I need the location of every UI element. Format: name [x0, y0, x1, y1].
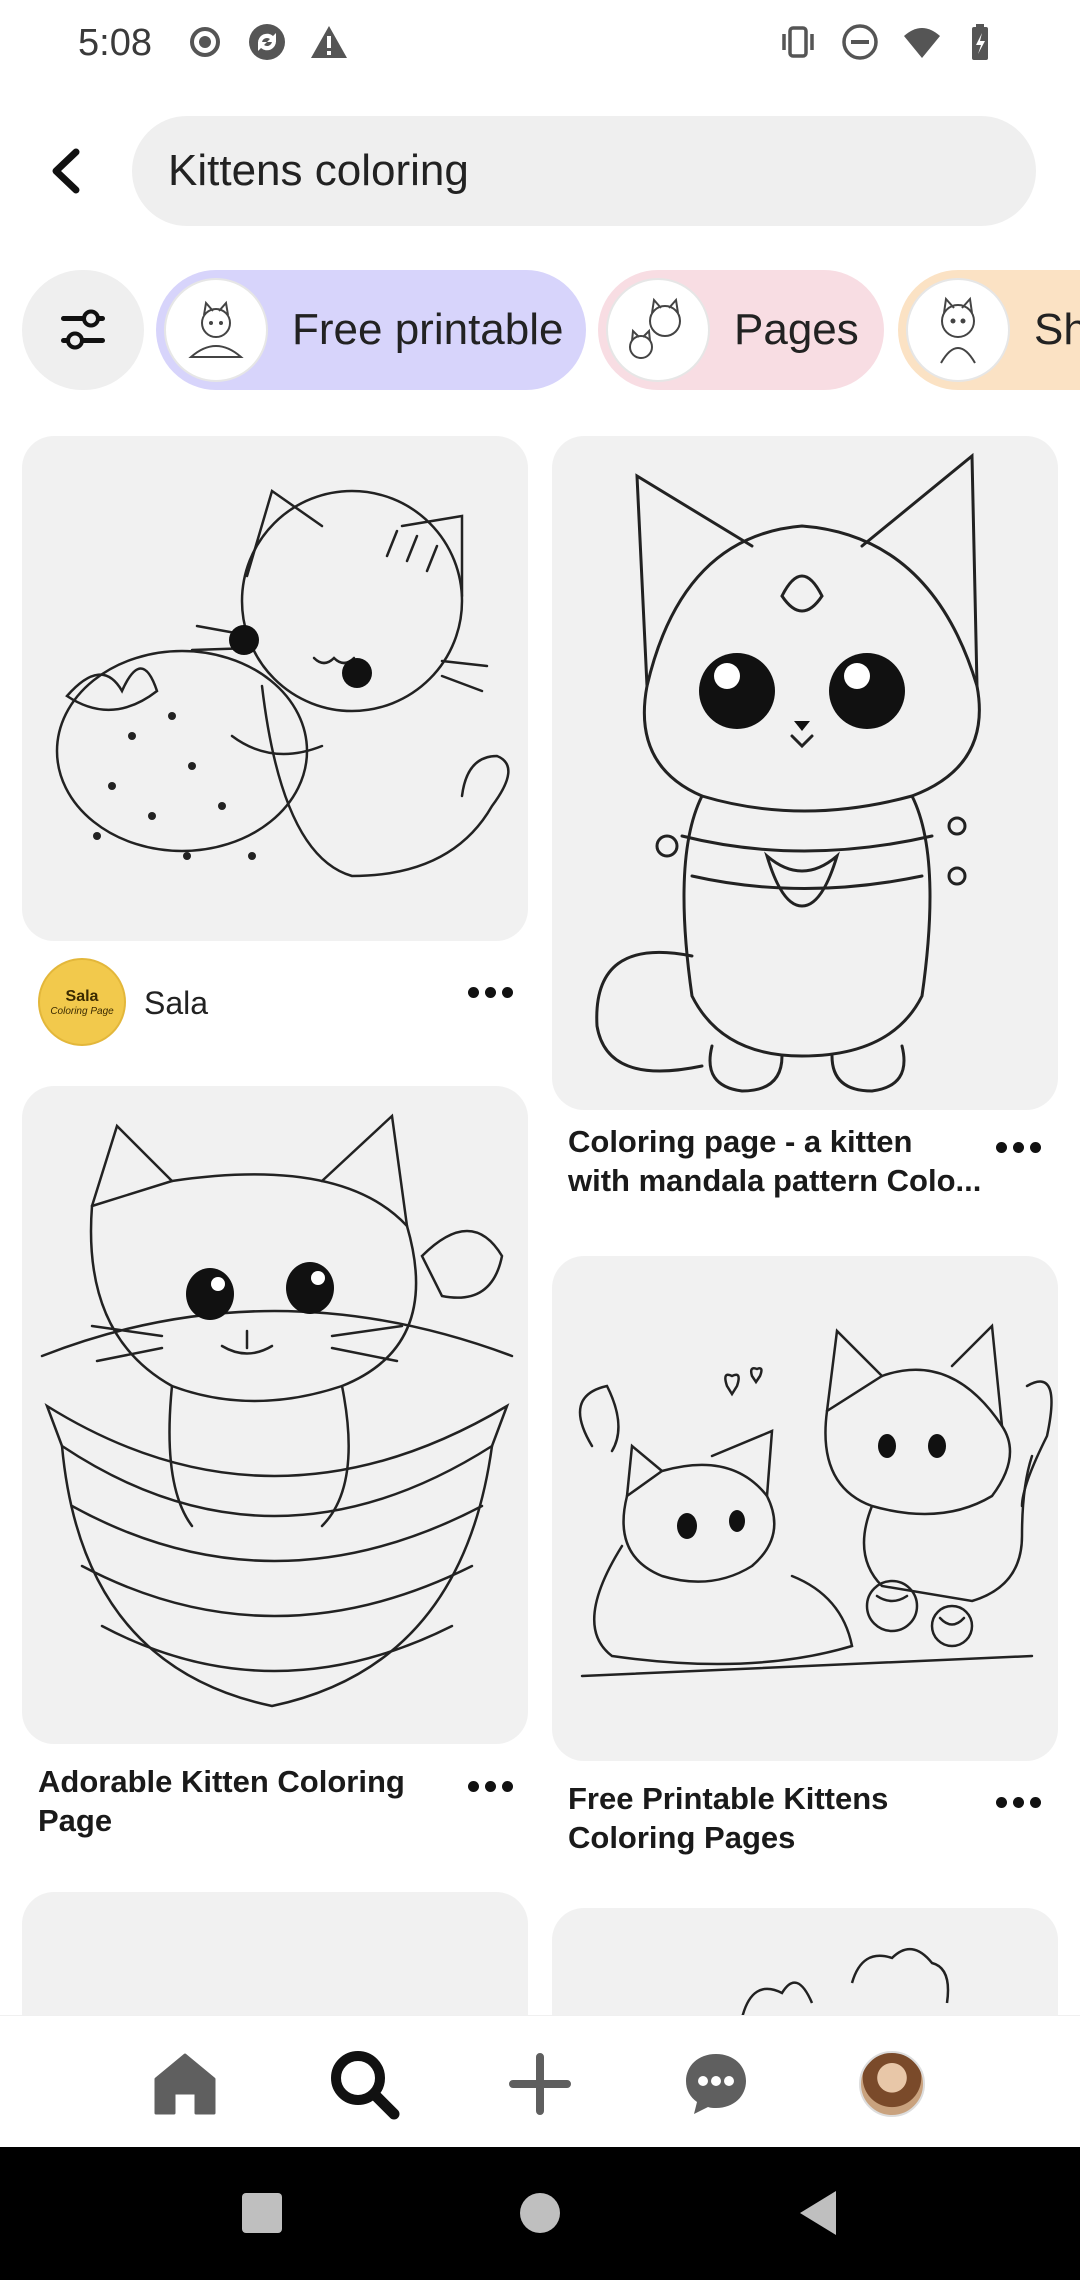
square-icon [242, 2193, 282, 2233]
sync-icon [249, 24, 285, 60]
pin-title-line2[interactable]: with mandala pattern Colo... [568, 1161, 988, 1200]
filter-chips-row: Free printable Pages Sh [0, 268, 1080, 392]
filter-settings-button[interactable] [22, 270, 144, 390]
sliders-icon [61, 309, 105, 350]
nav-profile[interactable] [852, 2044, 932, 2124]
search-icon [331, 2051, 400, 2120]
battery-icon [972, 24, 988, 60]
avatar-subtext: Coloring Page [50, 1005, 114, 1017]
pin-title-line1[interactable]: Coloring page - a kitten [568, 1122, 988, 1161]
pin-feed[interactable]: Sala Coloring Page Sala Adorable Kitten … [0, 430, 1080, 2015]
more-dot [995, 1141, 1007, 1153]
more-dot [1012, 1796, 1024, 1808]
status-time: 5:08 [78, 22, 152, 64]
more-dot [467, 1780, 479, 1792]
more-dot [484, 986, 496, 998]
more-dot [484, 1780, 496, 1792]
pin-image-partial-right[interactable] [552, 1908, 1058, 2015]
partial-illustration [741, 1948, 950, 2015]
kitten-strawberry-illustration [55, 488, 510, 878]
pin-image-kitten-basket[interactable] [22, 1086, 528, 1744]
chip-label: Pages [734, 305, 859, 354]
chip-thumbnail [906, 278, 1010, 382]
home-system-button[interactable] [510, 2183, 570, 2243]
system-navigation-bar [0, 2147, 1080, 2280]
two-kittens-illustration [578, 1323, 1053, 1678]
recents-button[interactable] [232, 2183, 292, 2243]
chip-sh[interactable]: Sh [898, 270, 1080, 390]
more-dot [1029, 1796, 1041, 1808]
pin-title-line1[interactable]: Free Printable Kittens [568, 1779, 988, 1818]
triangle-back-icon [800, 2191, 836, 2235]
vibrate-icon [782, 26, 814, 58]
plus-icon [509, 2053, 571, 2115]
search-query[interactable]: Kittens coloring [168, 146, 469, 196]
creator-avatar[interactable]: Sala Coloring Page [38, 958, 126, 1046]
pin-image-mandala-kitten[interactable] [552, 436, 1058, 1110]
chip-free-printable[interactable]: Free printable [156, 270, 586, 390]
pin-more-button[interactable] [460, 972, 520, 1012]
more-dot [501, 986, 513, 998]
chevron-left-icon [52, 148, 80, 194]
more-dot [1012, 1141, 1024, 1153]
more-dot [467, 986, 479, 998]
pin-image-partial-left[interactable] [22, 1892, 528, 2015]
pin-title-line1[interactable]: Adorable Kitten Coloring [38, 1762, 458, 1801]
pin-more-button[interactable] [460, 1766, 520, 1806]
bottom-navigation [0, 2015, 1080, 2147]
circle-icon [520, 2193, 560, 2233]
nav-search[interactable] [324, 2044, 404, 2124]
kitten-basket-illustration [40, 1113, 514, 1708]
mandala-kitten-illustration [595, 452, 981, 1093]
wifi-icon [904, 28, 940, 58]
pin-more-button[interactable] [988, 1127, 1048, 1167]
nav-create[interactable] [500, 2044, 580, 2124]
messages-icon [686, 2054, 746, 2114]
pin-title-line2[interactable]: Coloring Pages [568, 1818, 988, 1857]
status-bar: 5:08 [0, 0, 1080, 90]
chip-label: Sh [1034, 305, 1080, 354]
pin-image-two-kittens[interactable] [552, 1256, 1058, 1761]
pin-title-line2[interactable]: Page [38, 1801, 458, 1840]
pin-image-kitten-strawberry[interactable] [22, 436, 528, 941]
do-not-disturb-icon [842, 24, 878, 60]
more-dot [501, 1780, 513, 1792]
nav-home[interactable] [145, 2044, 225, 2124]
search-input[interactable]: Kittens coloring [132, 116, 1036, 226]
profile-avatar [859, 2051, 925, 2117]
back-button[interactable] [36, 136, 96, 206]
record-icon [190, 27, 220, 57]
avatar-text: Sala [65, 987, 99, 1005]
home-icon [154, 2053, 216, 2115]
back-system-button[interactable] [788, 2183, 848, 2243]
nav-messages[interactable] [676, 2044, 756, 2124]
creator-name[interactable]: Sala [144, 985, 208, 1022]
more-dot [995, 1796, 1007, 1808]
pin-more-button[interactable] [988, 1782, 1048, 1822]
chip-pages[interactable]: Pages [598, 270, 884, 390]
warning-icon [311, 26, 347, 58]
more-dot [1029, 1141, 1041, 1153]
chip-thumbnail [606, 278, 710, 382]
chip-label: Free printable [292, 305, 564, 354]
chip-thumbnail [164, 278, 268, 382]
